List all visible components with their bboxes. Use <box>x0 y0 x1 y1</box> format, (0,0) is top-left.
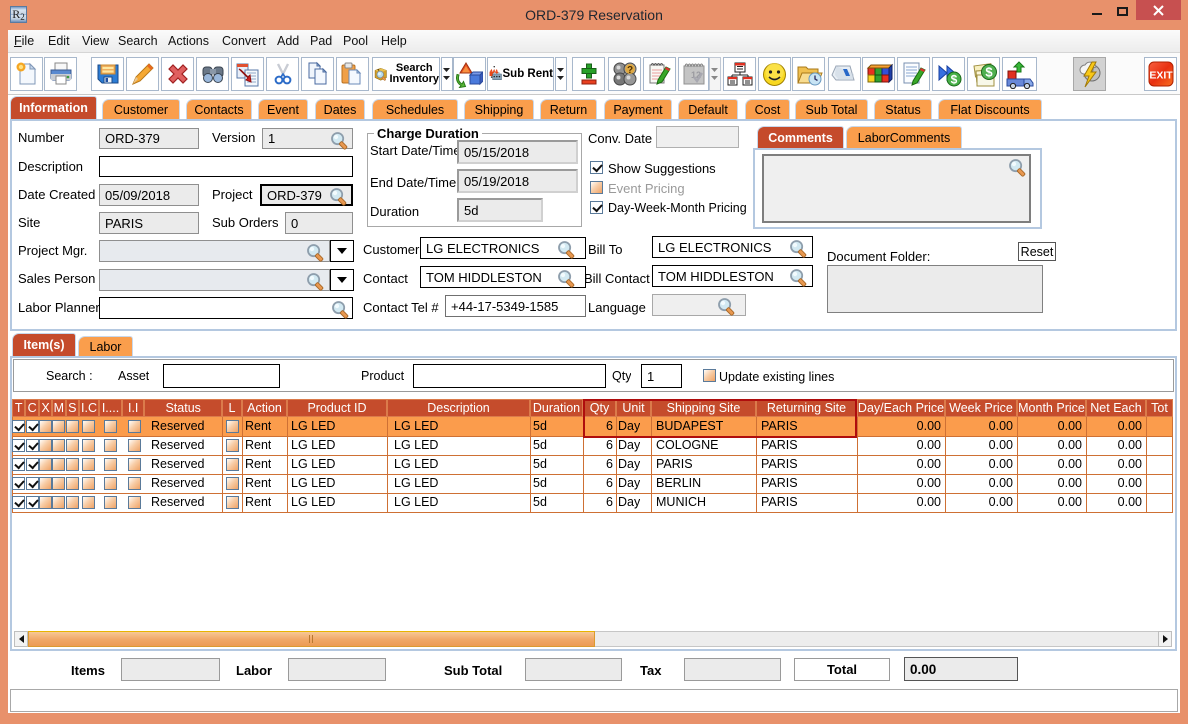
svg-text:?: ? <box>626 65 632 76</box>
svg-text:$: $ <box>985 65 993 80</box>
svg-text:$: $ <box>950 73 957 87</box>
svg-text:EXIT: EXIT <box>1149 70 1173 82</box>
